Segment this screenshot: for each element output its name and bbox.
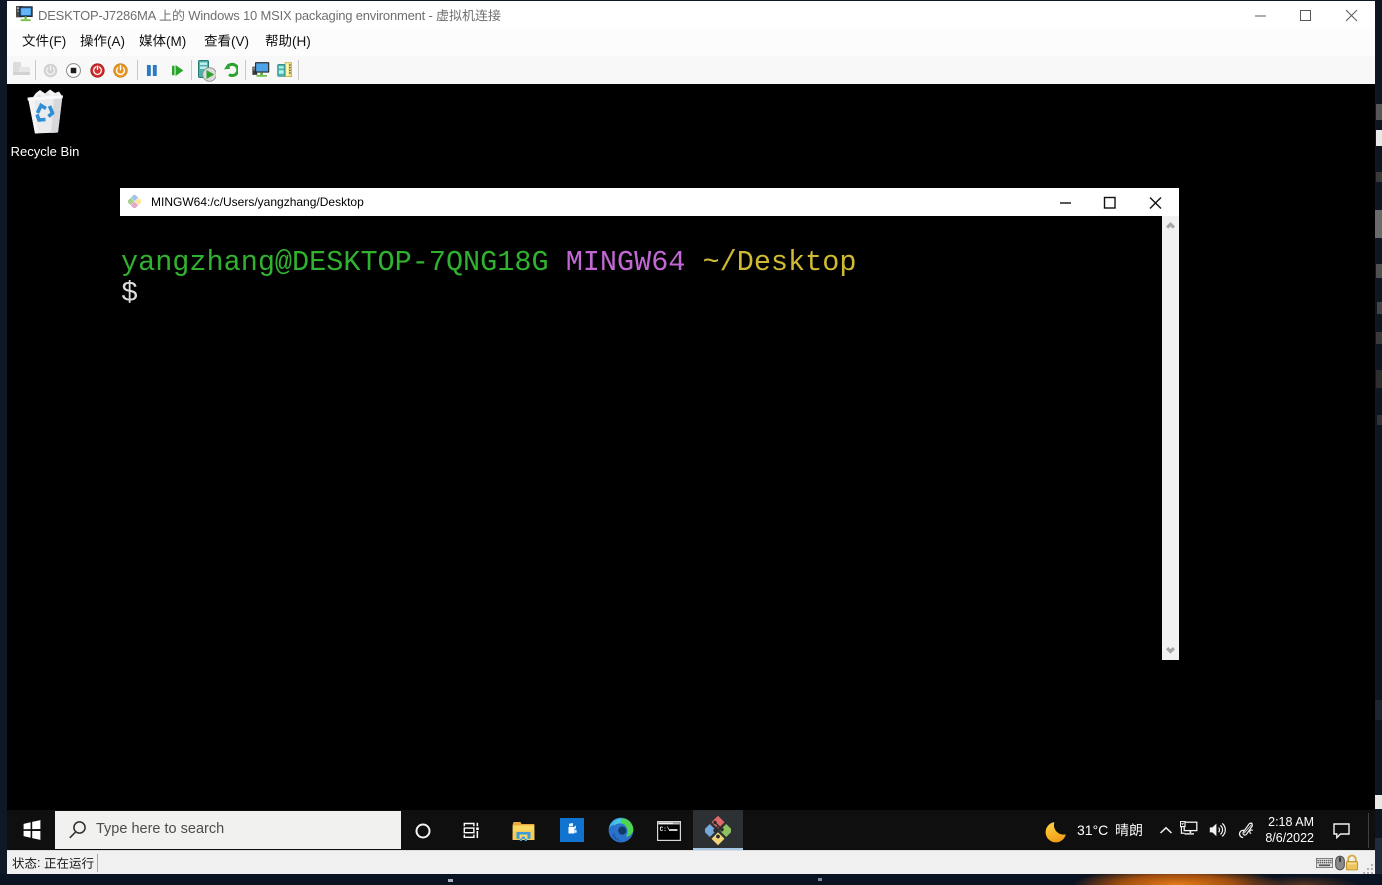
- svg-text:C:\: C:\: [660, 826, 671, 833]
